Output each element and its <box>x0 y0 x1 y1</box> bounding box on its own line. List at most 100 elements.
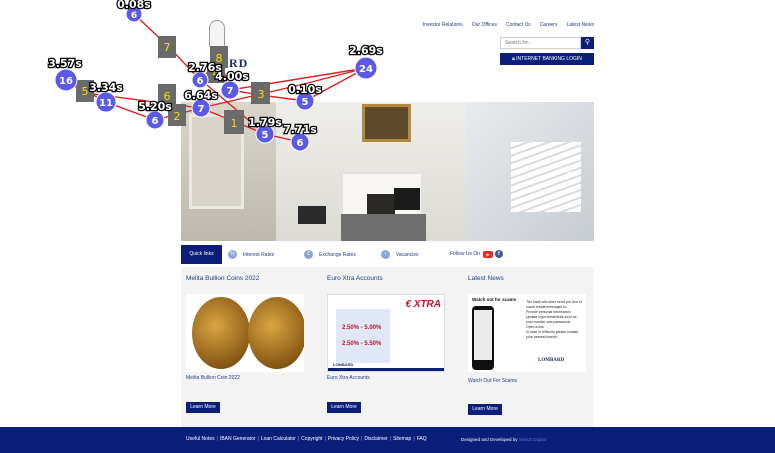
scams-image[interactable]: Watch out for scams The bank will never … <box>468 294 586 372</box>
card-title[interactable]: Melita Bullion Coins 2022 <box>186 275 304 282</box>
footer-link-disclaimer[interactable]: Disclaimer <box>364 436 387 442</box>
footer-separator: | <box>257 436 259 442</box>
quicklink-interest-rates[interactable]: % Interest Rates <box>228 250 274 259</box>
learn-more-button[interactable]: Learn More <box>468 404 502 415</box>
quicklink-vacancies[interactable]: i Vacancies <box>380 250 419 259</box>
scam-line: Update login credentials such as your nu… <box>526 315 577 324</box>
svg-text:6: 6 <box>152 116 159 127</box>
quick-links-bar: Quick links % Interest Rates € Exchange … <box>181 245 594 264</box>
logo-wordmark: RD <box>229 56 249 70</box>
follow-us-label: Follow Us On <box>450 251 481 257</box>
lombard-brand: LOMBARD <box>538 358 565 363</box>
step-circle: 11 <box>95 91 117 113</box>
footer-separator: | <box>361 436 363 442</box>
footer-link-iban-generator[interactable]: IBAN Generator <box>220 436 256 442</box>
card-caption[interactable]: Euro Xtra Accounts <box>327 375 370 381</box>
quicklink-label: Interest Rates <box>243 251 275 258</box>
hero-printer <box>298 206 326 224</box>
coin-image <box>192 297 250 369</box>
internet-banking-login-button[interactable]: 🔒︎ INTERNET BANKING LOGIN <box>500 53 594 65</box>
exchange-icon: € <box>304 250 314 259</box>
card-caption[interactable]: Watch Out For Scams <box>468 378 517 384</box>
scam-line: The bank will never send you text or soc… <box>526 300 583 309</box>
page: RD Investor Relations Our Offices Contac… <box>0 0 775 453</box>
follow-us: Follow Us On ▶ f <box>450 250 504 258</box>
time-label: 5.20s <box>138 100 172 113</box>
scam-points: The bank will never send you text or soc… <box>526 300 584 340</box>
step-circle: 7 <box>220 80 240 100</box>
scam-line: In case of difficulty please contact you… <box>526 330 579 339</box>
time-label: 0.08s <box>117 0 151 11</box>
hero-painting <box>362 104 411 142</box>
rates-panel <box>336 309 390 363</box>
slider-next-arrow[interactable]: › <box>563 158 572 186</box>
footer-separator: | <box>324 436 326 442</box>
time-label: 6.64s <box>184 89 218 102</box>
nav-our-offices[interactable]: Our Offices <box>472 22 497 28</box>
card-latest-news: Latest News Watch out for scams The bank… <box>468 267 586 415</box>
step-box: 7 <box>158 36 176 58</box>
svg-text:7: 7 <box>227 86 234 97</box>
euro-xtra-image[interactable]: € XTRA 2.50% - 5.00% 2.50% - 5.50% LOMBA… <box>327 294 445 372</box>
footer-link-sitemap[interactable]: Sitemap <box>393 436 411 442</box>
step-box: 3 <box>251 82 270 104</box>
learn-more-button[interactable]: Learn More <box>186 402 220 413</box>
svg-text:2: 2 <box>174 110 181 123</box>
time-label: 2.69s <box>349 44 383 57</box>
step-circle: 16 <box>54 68 78 92</box>
footer-link-privacy-policy[interactable]: Privacy Policy <box>328 436 359 442</box>
svg-text:7: 7 <box>164 41 171 54</box>
nav-latest-news[interactable]: Latest News <box>566 22 594 28</box>
content-panel: Melita Bullion Coins 2022 Melita Bullion… <box>181 267 594 427</box>
lombard-logo[interactable]: RD <box>203 20 253 72</box>
person-icon: i <box>380 250 390 259</box>
footer-link-faq[interactable]: FAQ <box>417 436 427 442</box>
card-title: Latest News <box>468 275 504 282</box>
facebook-icon[interactable]: f <box>495 250 504 258</box>
footer-link-copyright[interactable]: Copyright <box>301 436 322 442</box>
youtube-icon[interactable]: ▶ <box>483 250 494 258</box>
search-icon: ⚲ <box>584 39 591 46</box>
footer-separator: | <box>297 436 300 442</box>
internet-banking-login-label: INTERNET BANKING LOGIN <box>516 56 582 62</box>
step-box: 5 <box>76 80 94 102</box>
time-label: 3.34s <box>89 81 123 94</box>
footer-credit: Designed and Developed by Switch Digital <box>461 437 546 442</box>
search-input[interactable] <box>500 37 581 49</box>
search-button[interactable]: ⚲ <box>581 37 594 49</box>
brand-strip <box>328 368 444 371</box>
learn-more-button[interactable]: Learn More <box>327 402 361 413</box>
card-title[interactable]: Euro Xtra Accounts <box>327 275 445 282</box>
svg-text:6: 6 <box>164 90 171 103</box>
quick-links-tab[interactable]: Quick links <box>181 245 222 264</box>
hero-slider[interactable]: › <box>181 102 594 241</box>
hero-window <box>189 114 244 209</box>
logo-bust-icon <box>209 20 225 48</box>
coin-image <box>248 297 304 369</box>
footer-link-loan-calculator[interactable]: Loan Calculator <box>261 436 296 442</box>
step-circle: 6 <box>145 110 165 130</box>
nav-investor-relations[interactable]: Investor Relations <box>423 22 463 28</box>
svg-text:3: 3 <box>258 88 265 101</box>
svg-text:11: 11 <box>99 98 113 109</box>
bullion-coins-image[interactable] <box>186 294 304 372</box>
footer-link-useful-notes[interactable]: Useful Notes <box>186 436 215 442</box>
svg-text:24: 24 <box>359 64 373 75</box>
quicklink-exchange-rates[interactable]: € Exchange Rates <box>304 250 356 259</box>
nav-careers[interactable]: Careers <box>540 22 558 28</box>
top-nav: Investor Relations Our Offices Contact U… <box>414 22 594 28</box>
step-circle: 6 <box>191 71 209 89</box>
footer-links: Useful Notes | IBAN Generator | Loan Calcu… <box>186 436 427 442</box>
card-caption[interactable]: Melita Bullion Coin 2022 <box>186 375 240 381</box>
footer-separator: | <box>216 436 218 442</box>
footer-separator: | <box>413 436 415 442</box>
scam-title: Watch out for scams <box>472 297 517 302</box>
footer: Useful Notes | IBAN Generator | Loan Calcu… <box>0 427 775 453</box>
quicklink-label: Vacancies <box>395 251 419 258</box>
rate-text: 2.50% - 5.00% <box>342 325 382 331</box>
card-bullion-coins: Melita Bullion Coins 2022 Melita Bullion… <box>186 267 304 413</box>
svg-text:16: 16 <box>59 76 73 87</box>
credit-link[interactable]: Switch Digital <box>519 437 546 442</box>
nav-contact-us[interactable]: Contact Us <box>506 22 531 28</box>
quicklink-label: Exchange Rates <box>319 251 356 258</box>
